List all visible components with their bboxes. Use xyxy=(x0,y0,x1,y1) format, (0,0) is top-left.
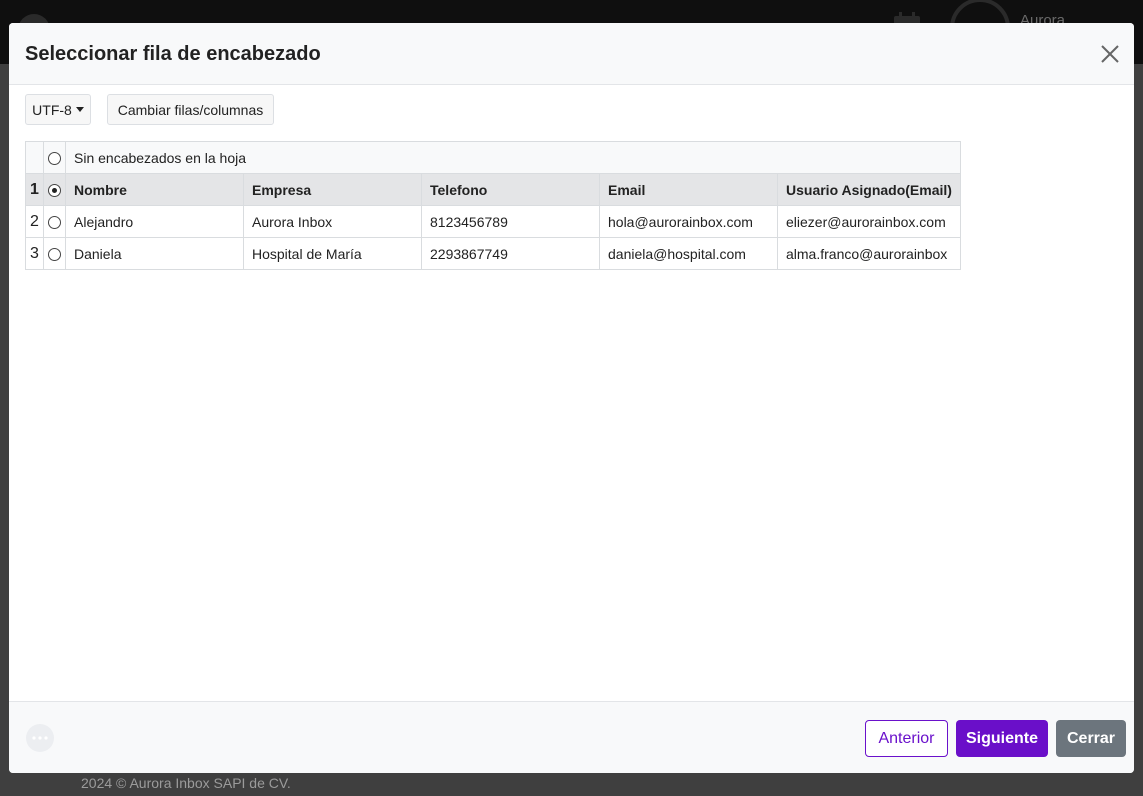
column-header-cell: Empresa xyxy=(243,173,422,206)
row-number: 2 xyxy=(25,205,44,238)
table-row[interactable]: 1 Nombre Empresa Telefono Email Usuario Asign… xyxy=(25,173,961,206)
table-cell: daniela@hospital.com xyxy=(599,237,778,270)
header-row-radio[interactable] xyxy=(48,184,61,198)
column-header-cell: Usuario Asignado(Email) xyxy=(777,173,961,206)
no-header-label: Sin encabezados en la hoja xyxy=(65,141,961,174)
swap-label: Cambiar filas/columnas xyxy=(117,101,264,118)
table-cell: 8123456789 xyxy=(421,205,600,238)
table-cell: Hospital de María xyxy=(243,237,422,270)
column-header-cell: Email xyxy=(599,173,778,206)
next-button[interactable]: Siguiente xyxy=(956,720,1048,757)
radio-cell[interactable] xyxy=(43,141,66,174)
header-row-radio[interactable] xyxy=(48,216,61,230)
row-number xyxy=(25,141,44,174)
table-cell: alma.franco@aurorainbox xyxy=(777,237,961,270)
caret-down-icon xyxy=(75,107,84,112)
modal-title: Seleccionar fila de encabezado xyxy=(25,43,321,65)
copyright-text: 2024 © Aurora Inbox SAPI de CV. xyxy=(81,775,291,791)
modal-footer: Anterior Siguiente Cerrar xyxy=(9,701,1134,773)
table-cell: hola@aurorainbox.com xyxy=(599,205,778,238)
no-header-radio[interactable] xyxy=(48,152,61,166)
radio-cell[interactable] xyxy=(43,173,66,206)
table-cell: Aurora Inbox xyxy=(243,205,422,238)
row-number: 1 xyxy=(25,173,44,206)
no-header-row[interactable]: Sin encabezados en la hoja xyxy=(25,141,961,174)
header-row-radio[interactable] xyxy=(48,248,61,262)
table-row[interactable]: 3 Daniela Hospital de María 2293867749 danie… xyxy=(25,237,961,270)
select-header-row-modal: Seleccionar fila de encabezado UTF-8 Cam… xyxy=(9,23,1134,773)
table-row[interactable]: 2 Alejandro Aurora Inbox 8123456789 hola@aur… xyxy=(25,205,961,238)
table-cell: eliezer@aurorainbox.com xyxy=(777,205,961,238)
close-icon[interactable] xyxy=(1098,42,1122,66)
ellipsis-icon xyxy=(32,736,48,740)
encoding-dropdown[interactable]: UTF-8 xyxy=(25,94,91,125)
swap-rows-columns-button[interactable]: Cambiar filas/columnas xyxy=(107,94,274,125)
column-header-cell: Telefono xyxy=(421,173,600,206)
chat-widget[interactable] xyxy=(26,724,54,752)
modal-header: Seleccionar fila de encabezado xyxy=(9,23,1134,85)
radio-cell[interactable] xyxy=(43,205,66,238)
previous-button[interactable]: Anterior xyxy=(865,720,948,757)
table-cell: 2293867749 xyxy=(421,237,600,270)
encoding-label: UTF-8 xyxy=(32,101,72,118)
close-button[interactable]: Cerrar xyxy=(1056,720,1126,757)
row-number: 3 xyxy=(25,237,44,270)
table-cell: Alejandro xyxy=(65,205,244,238)
header-selection-table: Sin encabezados en la hoja 1 Nombre Empres… xyxy=(25,141,961,270)
column-header-cell: Nombre xyxy=(65,173,244,206)
radio-cell[interactable] xyxy=(43,237,66,270)
table-cell: Daniela xyxy=(65,237,244,270)
